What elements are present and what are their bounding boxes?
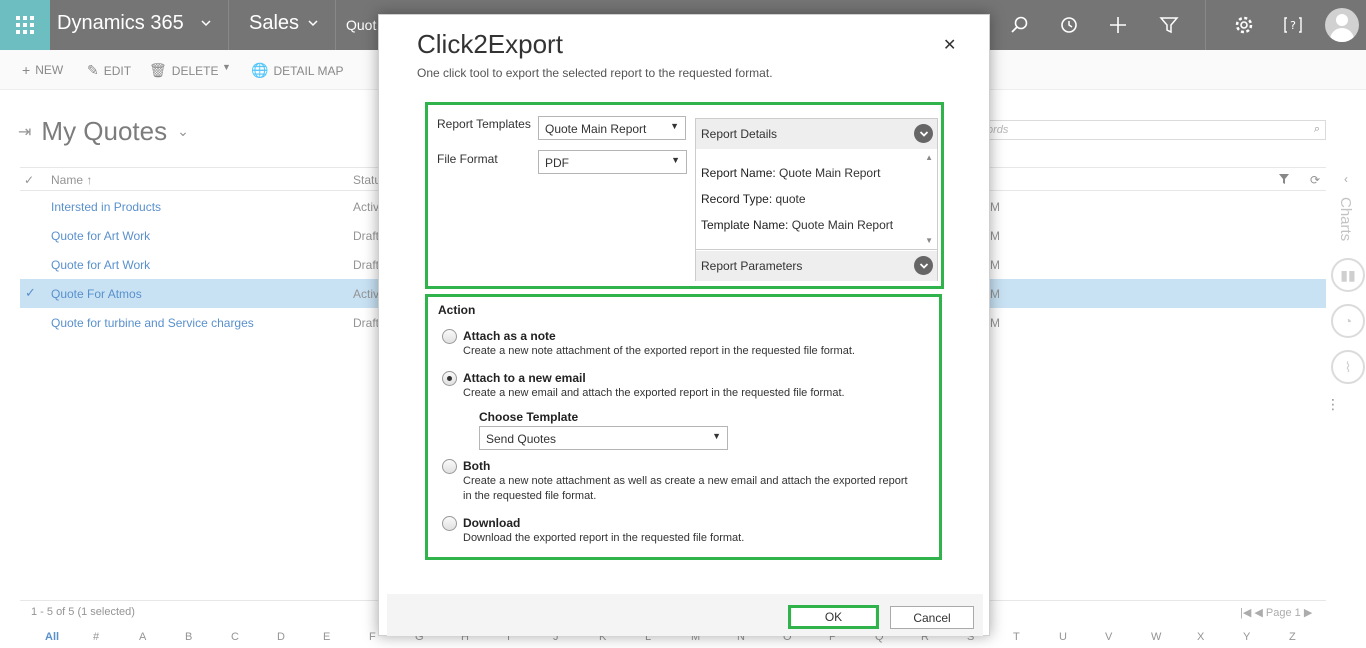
download-title[interactable]: Download [463,516,520,530]
report-name-line: Report Name: Quote Main Report [701,166,880,180]
template-name-line: Template Name: Quote Main Report [701,218,893,232]
email-template-select[interactable]: Send Quotes ▼ [479,426,728,450]
report-templates-select[interactable]: Quote Main Report ▼ [538,116,686,140]
record-type-label: Record Type: [701,192,773,206]
file-format-select[interactable]: PDF ▼ [538,150,687,174]
report-templates-label: Report Templates [437,117,531,131]
close-icon[interactable]: ✕ [943,35,956,55]
both-description: Create a new note attachment as well as … [463,475,908,502]
dialog-subtitle: One click tool to export the selected re… [417,66,773,80]
attach-email-description: Create a new email and attach the export… [463,387,845,399]
file-format-label: File Format [437,152,498,166]
attach-note-title[interactable]: Attach as a note [463,329,556,343]
ok-button[interactable]: OK [792,608,875,626]
caret-down-icon: ▼ [670,121,679,131]
report-parameters-header[interactable]: Report Parameters [696,251,937,281]
file-format-value: PDF [545,156,569,170]
caret-down-icon: ▼ [671,155,680,165]
report-templates-value: Quote Main Report [545,122,647,136]
report-name-label: Report Name: [701,166,776,180]
download-description: Download the exported report in the requ… [463,532,745,544]
dialog-title: Click2Export [417,29,563,59]
attach-email-title[interactable]: Attach to a new email [463,371,586,385]
report-name-value: Quote Main Report [779,166,881,180]
choose-template-label: Choose Template [479,410,579,424]
report-details-panel: Report Details ▲ Report Name: Quote Main… [695,118,938,281]
caret-down-icon: ▼ [712,431,721,441]
click2export-dialog: Click2Export ✕ One click tool to export … [378,14,990,636]
template-name-label: Template Name: [701,218,789,232]
report-details-body: ▲ Report Name: Quote Main Report Record … [696,149,937,250]
report-parameters-title: Report Parameters [701,259,803,273]
download-radio[interactable] [442,516,457,531]
scroll-down-icon[interactable]: ▼ [925,236,933,245]
template-name-value: Quote Main Report [791,218,894,232]
record-type-value: quote [775,192,806,206]
report-settings-section: Report Templates Quote Main Report ▼ Fil… [425,102,944,289]
scroll-up-icon[interactable]: ▲ [925,153,933,162]
action-section: Action Attach as a note Create a new not… [425,294,942,560]
action-title: Action [438,303,476,317]
report-details-title: Report Details [701,127,778,141]
attach-note-description: Create a new note attachment of the expo… [463,345,855,357]
attach-note-radio[interactable] [442,329,457,344]
cancel-button[interactable]: Cancel [890,606,974,629]
attach-email-radio[interactable] [442,371,457,386]
chevron-down-icon[interactable] [914,124,933,143]
report-details-header[interactable]: Report Details [696,119,937,149]
both-title[interactable]: Both [463,459,490,473]
chevron-down-icon[interactable] [914,256,933,275]
record-type-line: Record Type: quote [701,192,806,206]
dialog-footer: OK Cancel [387,594,983,636]
email-template-value: Send Quotes [486,432,557,446]
both-radio[interactable] [442,459,457,474]
